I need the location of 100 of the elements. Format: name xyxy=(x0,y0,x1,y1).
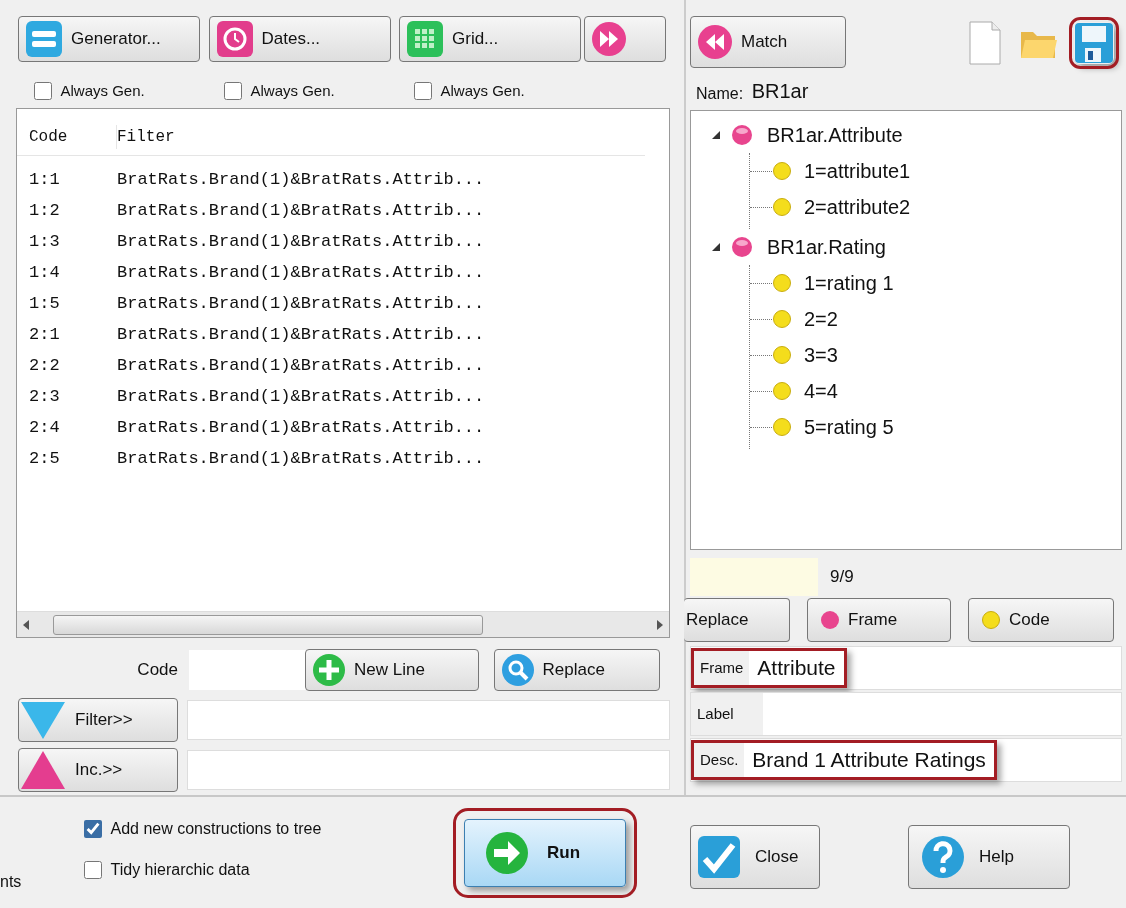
close-button[interactable]: Close xyxy=(690,825,820,889)
save-icon xyxy=(1074,22,1114,64)
tree-node[interactable]: 2=attribute2 xyxy=(804,192,911,222)
table-cell-text: BratRats.Brand(1)&BratRats.Attrib... xyxy=(117,323,485,346)
help-button[interactable]: Help xyxy=(908,825,1070,889)
code-dot-icon xyxy=(981,610,1001,630)
tree-node[interactable]: 1=rating 1 xyxy=(804,268,894,298)
triangle-icon xyxy=(711,242,721,252)
table-cell-text: 1:2 xyxy=(29,199,61,222)
rewind-icon xyxy=(697,24,733,60)
filter-button[interactable]: Filter>> xyxy=(18,698,178,742)
table-cell-text: BratRats.Brand(1)&BratRats.Attrib... xyxy=(117,385,485,408)
table-cell-text: 1:5 xyxy=(29,292,61,315)
code-dot-icon xyxy=(772,345,792,365)
checkbox-label: Always Gen. xyxy=(250,80,335,101)
table-cell-text: BratRats.Brand(1)&BratRats.Attrib... xyxy=(117,292,485,315)
include-button[interactable]: Inc.>> xyxy=(18,748,178,792)
text-field[interactable]: Desc. Brand 1 Attribute Ratings xyxy=(690,738,1122,782)
table-cell-text: BratRats.Brand(1)&BratRats.Attrib... xyxy=(117,416,485,439)
dates-button[interactable]: Dates... xyxy=(208,16,391,62)
table-cell-text: BratRats.Brand(1)&BratRats.Attrib... xyxy=(117,354,485,377)
table-cell-text: BratRats.Brand(1)&BratRats.Attrib... xyxy=(117,261,485,284)
text-field[interactable]: Label xyxy=(690,692,1122,736)
tree-node[interactable]: 2=2 xyxy=(804,304,838,334)
field-label: Frame xyxy=(694,651,750,685)
table-cell-text: 2:5 xyxy=(29,447,61,470)
text-field[interactable]: Frame Attribute xyxy=(690,646,1122,690)
document-icon xyxy=(968,20,1002,66)
checkbox[interactable] xyxy=(84,820,102,838)
new-line-button[interactable]: New Line xyxy=(305,649,479,691)
code-dot-icon xyxy=(772,197,792,217)
tree-node[interactable]: 1=attribute1 xyxy=(804,156,911,186)
tree-node[interactable]: 3=3 xyxy=(804,340,838,370)
code-button[interactable]: Code xyxy=(968,598,1114,642)
count-label: 9/9 xyxy=(830,566,854,589)
forward-button[interactable] xyxy=(583,16,666,62)
code-dot-icon xyxy=(772,309,792,329)
truncated-label: nts xyxy=(0,872,23,892)
tree-node[interactable]: BR1ar.Rating xyxy=(767,232,886,262)
table-cell-text: 2:3 xyxy=(29,385,61,408)
triangle-down-icon xyxy=(19,699,67,741)
horizontal-scrollbar[interactable] xyxy=(17,611,669,637)
field-value: Brand 1 Attribute Ratings xyxy=(751,747,987,774)
code-dot-icon xyxy=(772,381,792,401)
table-cell-text: 1:4 xyxy=(29,261,61,284)
code-dot-icon xyxy=(772,161,792,181)
field-value: Attribute xyxy=(756,655,837,682)
table-cell-text: 2:4 xyxy=(29,416,61,439)
match-button[interactable]: Match xyxy=(690,16,846,68)
name-label: Name: xyxy=(696,84,744,104)
frame-button[interactable]: Frame xyxy=(807,598,951,642)
table-cell-text: BratRats.Brand(1)&BratRats.Attrib... xyxy=(117,447,485,470)
arrow-right-icon xyxy=(485,831,529,875)
expand-toggle[interactable] xyxy=(711,242,721,252)
checkbox[interactable] xyxy=(414,82,432,100)
table-cell-text: 2:1 xyxy=(29,323,61,346)
scroll-left-icon[interactable] xyxy=(23,619,29,630)
grid-button[interactable]: Grid... xyxy=(399,16,581,62)
text-field[interactable] xyxy=(186,700,670,740)
fast-forward-icon xyxy=(590,21,627,57)
frame-dot-icon xyxy=(731,236,753,258)
scroll-right-icon[interactable] xyxy=(657,619,663,630)
triangle-up-icon xyxy=(19,749,67,791)
tree-node[interactable]: BR1ar.Attribute xyxy=(767,120,903,150)
checkbox-label: Always Gen. xyxy=(60,80,145,101)
frame-dot-icon xyxy=(820,610,840,630)
check-icon xyxy=(697,835,741,879)
search-icon xyxy=(500,653,535,687)
grid-icon xyxy=(406,20,444,58)
replace-button[interactable]: Replace xyxy=(493,649,660,691)
table-cell-text: BratRats.Brand(1)&BratRats.Attrib... xyxy=(117,230,485,253)
lines-icon xyxy=(25,20,63,58)
help-icon xyxy=(921,835,965,879)
field-label: Desc. xyxy=(694,743,745,777)
checkbox[interactable] xyxy=(84,861,102,879)
checkbox-label: Add new constructions to tree xyxy=(110,819,322,839)
table-cell-text: BratRats.Brand(1)&BratRats.Attrib... xyxy=(117,168,485,191)
column-header[interactable]: Filter xyxy=(117,125,175,149)
plus-icon xyxy=(312,653,346,687)
clock-icon xyxy=(215,20,254,58)
generator-button[interactable]: Generator... xyxy=(18,16,200,62)
checkbox-label: Tidy hierarchic data xyxy=(110,860,250,880)
frame-dot-icon xyxy=(731,124,753,146)
code-dot-icon xyxy=(772,273,792,293)
triangle-icon xyxy=(711,130,721,140)
field-label: Label xyxy=(691,693,763,735)
checkbox[interactable] xyxy=(224,82,242,100)
checkbox-label: Always Gen. xyxy=(440,80,525,101)
tree-node[interactable]: 5=rating 5 xyxy=(804,412,894,442)
checkbox[interactable] xyxy=(34,82,52,100)
replace-button[interactable]: Replace xyxy=(684,598,790,642)
name-value: BR1ar xyxy=(751,79,809,104)
text-field[interactable] xyxy=(186,750,670,790)
table-cell-text: 1:1 xyxy=(29,168,61,191)
table-cell-text: 1:3 xyxy=(29,230,61,253)
code-field[interactable] xyxy=(188,650,307,690)
column-header[interactable]: Code xyxy=(29,125,117,149)
tree-node[interactable]: 4=4 xyxy=(804,376,838,406)
field-label: Code xyxy=(136,659,178,682)
expand-toggle[interactable] xyxy=(711,130,721,140)
